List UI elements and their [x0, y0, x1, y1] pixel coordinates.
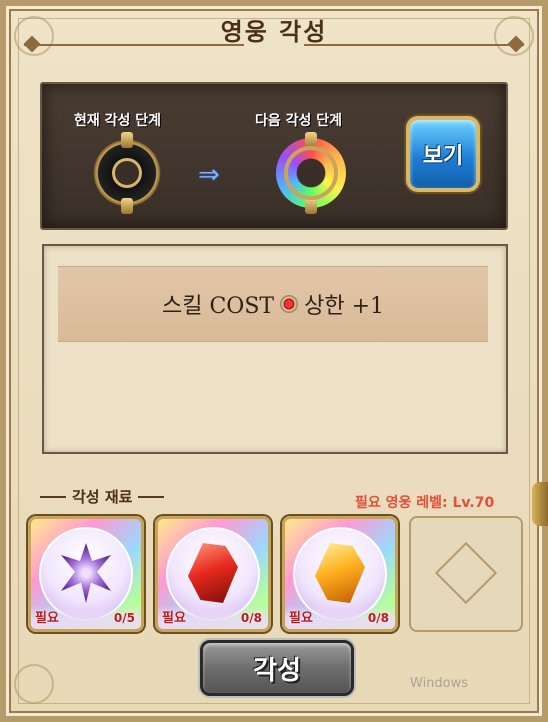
awaken-button[interactable]: 각성	[200, 640, 354, 696]
title-divider-left	[24, 44, 244, 46]
ring-clasp	[305, 132, 317, 148]
arrow-right-icon: ⇒	[198, 160, 220, 190]
effect-text: 스킬 COST 상한 +1	[162, 288, 384, 320]
empty-material-slot	[409, 516, 523, 632]
slot-need-label: 필요	[289, 611, 313, 626]
materials-header-label: 각성 재료	[72, 488, 133, 506]
next-stage-label: 다음 각성 단계	[255, 113, 343, 129]
empty-slot-ornament-icon	[434, 541, 498, 605]
ring-clasp	[121, 132, 133, 148]
current-stage-ring-icon	[92, 132, 162, 214]
effect-strip: 스킬 COST 상한 +1	[58, 266, 488, 342]
material-slot[interactable]: 필요 0/5	[28, 516, 144, 632]
title-divider-right	[304, 44, 524, 46]
page-title: 영웅 각성	[220, 17, 328, 46]
slot-need-label: 필요	[162, 611, 186, 626]
material-slot[interactable]: 필요 0/8	[282, 516, 398, 632]
slot-need-count: 0/8	[240, 611, 262, 625]
material-slot[interactable]: 필요 0/8	[155, 516, 271, 632]
materials-header: 각성 재료	[40, 486, 165, 507]
ring-inner	[112, 158, 142, 188]
required-level-text: 필요 영웅 레벨: Lv.70	[355, 495, 495, 511]
next-stage-ring-icon	[276, 132, 346, 214]
slot-need-label: 필요	[35, 611, 59, 626]
current-stage-label: 현재 각성 단계	[74, 113, 162, 129]
ring-clasp	[305, 198, 317, 214]
slot-need-count: 0/8	[367, 611, 389, 625]
header-line	[138, 495, 165, 498]
effect-prefix: 스킬 COST	[162, 294, 275, 319]
view-button[interactable]: 보기	[406, 116, 480, 192]
side-tab-handle[interactable]	[532, 482, 548, 526]
slot-need-count: 0/5	[113, 611, 135, 625]
effect-suffix: 상한 +1	[304, 294, 384, 319]
ring-clasp	[121, 198, 133, 214]
corner-ornament	[14, 664, 54, 704]
header-line	[40, 495, 66, 498]
cost-orb-icon	[280, 295, 299, 313]
os-watermark: Windows	[410, 676, 469, 691]
